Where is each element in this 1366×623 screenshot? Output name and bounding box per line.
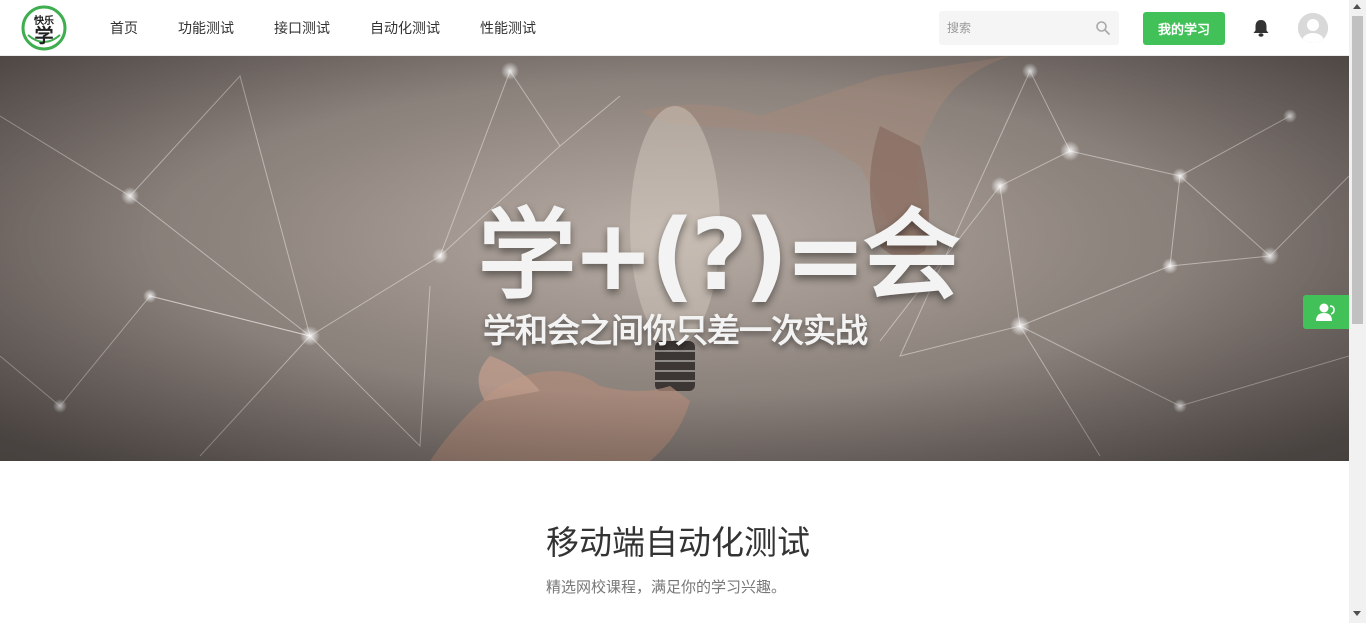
top-header: 快乐 学 首页 功能测试 接口测试 自动化测试 性能测试 我的学习 [0, 0, 1349, 56]
page-scrollbar[interactable] [1349, 0, 1366, 623]
contact-side-button[interactable] [1303, 295, 1349, 329]
hero-banner[interactable]: 学+(?)=会 学和会之间你只差一次实战 [0, 56, 1349, 461]
svg-text:学: 学 [34, 24, 53, 47]
banner-subtitle: 学和会之间你只差一次实战 [483, 311, 868, 350]
site-logo[interactable]: 快乐 学 [20, 5, 68, 51]
my-study-button[interactable]: 我的学习 [1143, 12, 1225, 45]
search-icon[interactable] [1095, 20, 1111, 36]
nav-item-api-testing[interactable]: 接口测试 [274, 18, 330, 38]
nav-item-automation-testing[interactable]: 自动化测试 [370, 18, 440, 38]
scroll-up-arrow-icon[interactable] [1353, 4, 1361, 9]
section-subtitle: 精选网校课程，满足你的学习兴趣。 [546, 578, 787, 596]
search-input[interactable] [939, 11, 1089, 45]
logo-icon: 快乐 学 [21, 5, 67, 51]
contact-user-icon [1316, 303, 1335, 321]
banner-title: 学+(?)=会 [478, 199, 961, 313]
scroll-down-arrow-icon[interactable] [1353, 611, 1361, 616]
user-avatar[interactable] [1298, 13, 1328, 43]
nav-item-home[interactable]: 首页 [110, 18, 138, 38]
main-nav: 首页 功能测试 接口测试 自动化测试 性能测试 [96, 0, 550, 56]
nav-item-functional-testing[interactable]: 功能测试 [178, 18, 234, 38]
section-title: 移动端自动化测试 [546, 523, 810, 562]
search-box [939, 11, 1119, 45]
nav-item-performance-testing[interactable]: 性能测试 [480, 18, 536, 38]
user-avatar-icon [1298, 13, 1328, 43]
bell-icon[interactable] [1250, 17, 1272, 39]
scroll-thumb[interactable] [1352, 16, 1363, 324]
